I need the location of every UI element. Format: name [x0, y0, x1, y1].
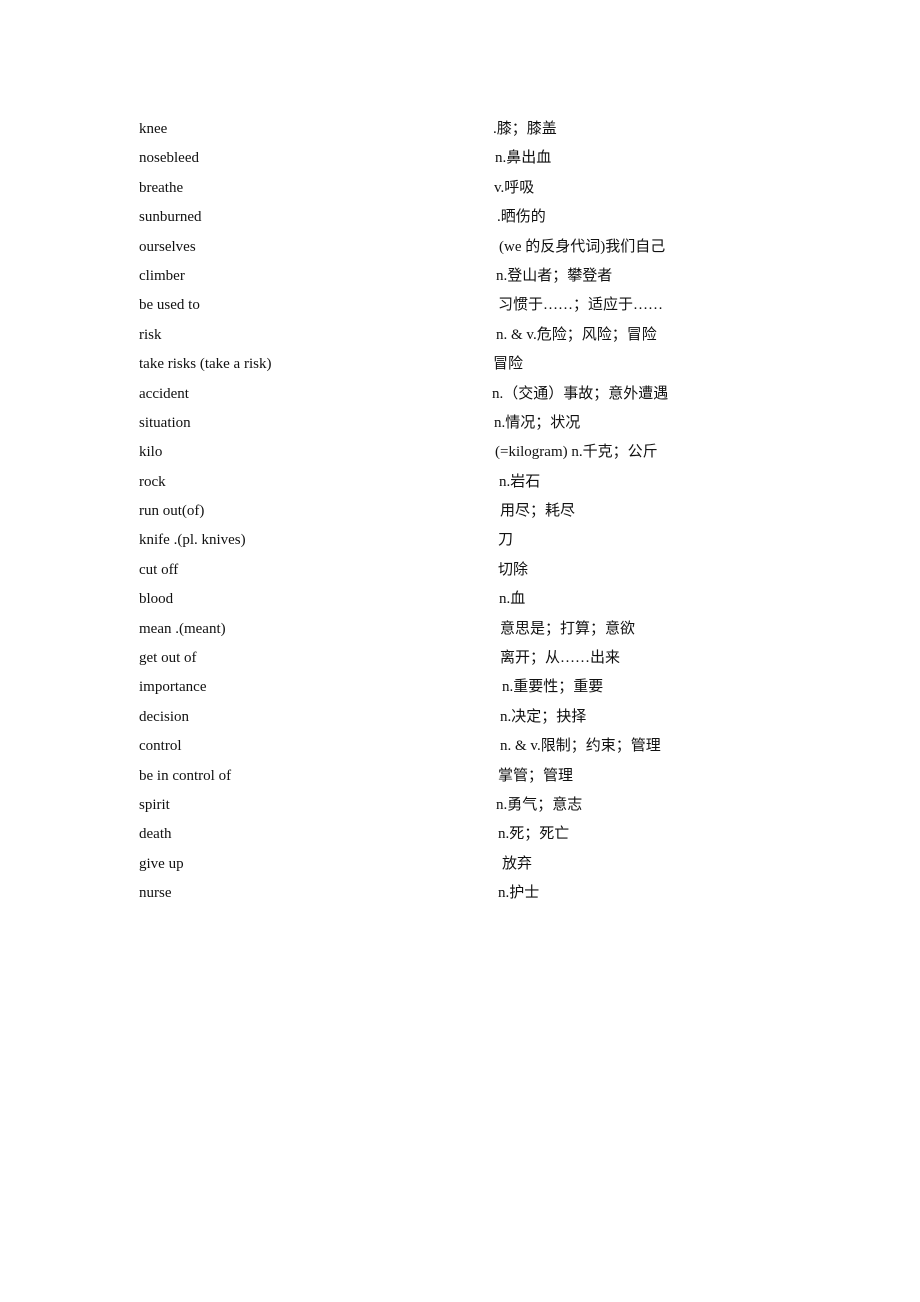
vocab-row: give up 放弃	[0, 854, 920, 883]
english-word: be used to	[139, 297, 200, 314]
chinese-meaning: n.岩石	[499, 473, 541, 490]
chinese-meaning: .膝；膝盖	[493, 121, 557, 137]
english-word: be in control of	[139, 767, 232, 784]
vocab-row: breathe v.呼吸	[0, 178, 920, 207]
vocab-row: sunburned .晒伤的	[0, 207, 920, 236]
vocab-row: spirit n.勇气；意志	[0, 795, 920, 824]
english-word: sunburned	[139, 209, 202, 226]
vocab-row: accident n.（交通）事故；意外遭遇	[0, 384, 920, 413]
chinese-meaning: n.登山者；攀登者	[496, 267, 613, 284]
english-word: breathe	[139, 179, 184, 196]
english-word: run out(of)	[139, 503, 205, 520]
english-word: nurse	[139, 885, 172, 902]
english-word: decision	[139, 708, 189, 725]
english-word: knife .(pl. knives)	[139, 532, 246, 549]
english-word: climber	[139, 267, 185, 284]
chinese-meaning: 习惯于……；适应于……	[498, 297, 664, 314]
chinese-meaning: 放弃	[502, 855, 533, 872]
english-word: ourselves	[139, 238, 196, 255]
english-word: get out of	[139, 650, 197, 667]
vocab-row: decision n.决定；抉择	[0, 707, 920, 736]
chinese-meaning: (=kilogram) n.千克；公斤	[495, 444, 658, 461]
chinese-meaning: n.护士	[498, 885, 540, 902]
chinese-meaning: 意思是；打算；意欲	[500, 620, 636, 637]
chinese-meaning: .晒伤的	[497, 209, 546, 226]
vocab-row: death n.死；死亡	[0, 824, 920, 853]
vocab-row: knife .(pl. knives) 刀	[0, 530, 920, 559]
english-word: situation	[139, 414, 191, 431]
chinese-meaning: n. & v.危险；风险；冒险	[496, 326, 657, 343]
vocab-row: nurse n.护士	[0, 883, 920, 912]
chinese-meaning: n.勇气；意志	[496, 796, 583, 813]
vocab-row: risk n. & v.危险；风险；冒险	[0, 325, 920, 354]
vocab-row: cut off 切除	[0, 560, 920, 589]
english-word: nosebleed	[139, 150, 199, 167]
chinese-meaning: 离开；从……出来	[500, 650, 621, 667]
chinese-meaning: 刀	[498, 532, 514, 549]
vocab-row: run out(of) 用尽；耗尽	[0, 501, 920, 530]
english-word: rock	[139, 473, 166, 490]
english-word: knee	[139, 121, 168, 137]
vocab-row: be in control of 掌管；管理	[0, 766, 920, 795]
vocab-row: importance n.重要性；重要	[0, 677, 920, 706]
vocab-row: get out of 离开；从……出来	[0, 648, 920, 677]
chinese-meaning: n.血	[499, 591, 526, 608]
chinese-meaning: v.呼吸	[494, 179, 535, 196]
chinese-meaning: n.鼻出血	[495, 150, 552, 167]
chinese-meaning: 冒险	[493, 356, 524, 373]
english-word: accident	[139, 385, 189, 402]
vocab-row: rock n.岩石	[0, 472, 920, 501]
chinese-meaning: (we 的反身代词)我们自己	[499, 238, 666, 255]
vocab-row: situation n.情况；状况	[0, 413, 920, 442]
chinese-meaning: n.（交通）事故；意外遭遇	[492, 385, 669, 402]
vocab-row: mean .(meant) 意思是；打算；意欲	[0, 619, 920, 648]
chinese-meaning: n.重要性；重要	[502, 679, 604, 696]
english-word: death	[139, 826, 172, 843]
english-word: cut off	[139, 561, 179, 578]
english-word: importance	[139, 679, 207, 696]
chinese-meaning: 掌管；管理	[498, 767, 574, 784]
chinese-meaning: 切除	[498, 561, 529, 578]
english-word: kilo	[139, 444, 163, 461]
chinese-meaning: n.情况；状况	[494, 414, 581, 431]
english-word: mean .(meant)	[139, 620, 226, 637]
english-word: blood	[139, 591, 174, 608]
chinese-meaning: n. & v.限制；约束；管理	[500, 738, 661, 755]
vocab-row: kilo (=kilogram) n.千克；公斤	[0, 442, 920, 471]
vocab-row: ourselves (we 的反身代词)我们自己	[0, 237, 920, 266]
english-word: risk	[139, 326, 162, 343]
vocabulary-list: knee .膝；膝盖 nosebleed n.鼻出血 breathe v.呼吸 sun…	[0, 119, 920, 913]
vocab-row: control n. & v.限制；约束；管理	[0, 736, 920, 765]
english-word: control	[139, 738, 182, 755]
vocab-row: nosebleed n.鼻出血	[0, 148, 920, 177]
vocab-row: be used to 习惯于……；适应于……	[0, 295, 920, 324]
vocab-row: blood n.血	[0, 589, 920, 618]
chinese-meaning: n.死；死亡	[498, 826, 570, 843]
chinese-meaning: 用尽；耗尽	[500, 503, 576, 520]
vocab-row: climber n.登山者；攀登者	[0, 266, 920, 295]
vocab-row: take risks (take a risk) 冒险	[0, 354, 920, 383]
english-word: give up	[139, 855, 184, 872]
chinese-meaning: n.决定；抉择	[500, 708, 587, 725]
english-word: take risks (take a risk)	[139, 356, 272, 373]
english-word: spirit	[139, 796, 170, 813]
vocab-row: knee .膝；膝盖	[0, 119, 920, 148]
